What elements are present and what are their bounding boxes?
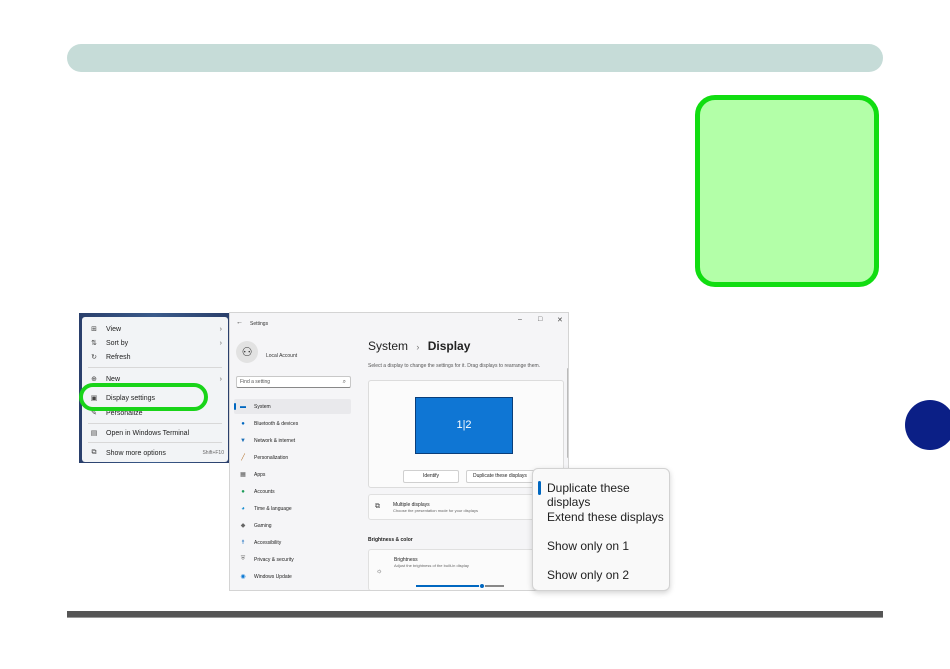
account-name: Local Account bbox=[266, 353, 298, 359]
dropdown-option-extend[interactable]: Extend these displays bbox=[547, 510, 664, 524]
breadcrumb: System › Display bbox=[368, 339, 470, 353]
terminal-icon: ▤ bbox=[90, 430, 98, 437]
more-options-icon: ⧉ bbox=[91, 449, 97, 456]
time-language-icon: ◕ bbox=[241, 505, 245, 512]
chevron-right-icon: › bbox=[219, 325, 222, 333]
context-item-refresh[interactable]: ↻ Refresh bbox=[82, 349, 228, 365]
title-bar: ← Settings – □ ✕ bbox=[230, 313, 568, 335]
sidebar-item-system[interactable]: ▬ System bbox=[234, 399, 351, 414]
sidebar-item-accessibility[interactable]: ☨ Accessibility bbox=[234, 535, 351, 550]
search-icon: ⌕ bbox=[342, 379, 346, 385]
sidebar-item-label: Time & language bbox=[254, 505, 292, 512]
sidebar-item-bluetooth[interactable]: ● Bluetooth & devices bbox=[234, 416, 351, 431]
scrollbar[interactable] bbox=[567, 368, 568, 458]
minimize-icon[interactable]: – bbox=[518, 316, 522, 323]
identify-button[interactable]: Identify bbox=[403, 470, 459, 483]
brightness-slider-fill bbox=[416, 585, 482, 587]
context-item-open-terminal[interactable]: ▤ Open in Windows Terminal bbox=[82, 425, 228, 441]
sort-icon: ⇅ bbox=[91, 340, 97, 347]
multiple-displays-icon: ⧉ bbox=[375, 503, 380, 510]
sidebar-item-label: Apps bbox=[254, 471, 266, 478]
sun-icon: ☼ bbox=[376, 568, 383, 575]
window-title: Settings bbox=[250, 321, 269, 327]
sidebar-item-label: Bluetooth & devices bbox=[254, 420, 299, 427]
context-item-show-more-options[interactable]: ⧉ Show more options Shift+F10 bbox=[82, 445, 228, 461]
accessibility-icon: ☨ bbox=[241, 540, 245, 546]
sidebar-item-label: Network & internet bbox=[254, 437, 296, 444]
dropdown-option-duplicate[interactable]: Duplicate these displays bbox=[547, 481, 669, 509]
accounts-icon: ● bbox=[241, 488, 245, 495]
sidebar-item-windows-update[interactable]: ◉ Windows Update bbox=[234, 569, 351, 584]
maximize-icon[interactable]: □ bbox=[538, 316, 542, 323]
context-item-label: Sort by bbox=[106, 339, 129, 347]
menu-divider bbox=[88, 423, 222, 424]
monitor-tile[interactable]: 1|2 bbox=[415, 397, 513, 454]
context-item-label: Refresh bbox=[106, 353, 131, 361]
multiple-displays-subtitle: Choose the presentation mode for your di… bbox=[393, 508, 478, 513]
refresh-icon: ↻ bbox=[91, 354, 97, 361]
settings-window: ← Settings – □ ✕ ⚇ Local Account Find a … bbox=[229, 312, 569, 591]
personalization-icon: ╱ bbox=[241, 455, 245, 461]
sidebar-item-privacy[interactable]: ⛨ Privacy & security bbox=[234, 552, 351, 567]
footer-rule bbox=[67, 611, 883, 618]
menu-divider bbox=[88, 367, 222, 368]
search-placeholder: Find a setting bbox=[240, 379, 271, 385]
chapter-tab bbox=[905, 400, 950, 450]
chevron-right-icon: › bbox=[219, 339, 222, 347]
sidebar-item-time-language[interactable]: ◕ Time & language bbox=[234, 501, 351, 516]
gaming-icon: ◆ bbox=[240, 523, 246, 529]
sidebar-item-accounts[interactable]: ● Accounts bbox=[234, 484, 351, 499]
selection-indicator bbox=[538, 481, 541, 495]
highlight-ring bbox=[79, 383, 208, 411]
shortcut-text: Shift+F10 bbox=[202, 450, 224, 456]
chevron-right-icon: › bbox=[219, 375, 222, 383]
system-icon: ▬ bbox=[240, 403, 246, 410]
brightness-slider-thumb[interactable] bbox=[479, 583, 485, 589]
section-heading: Brightness & color bbox=[368, 537, 413, 543]
search-input[interactable]: Find a setting ⌕ bbox=[236, 376, 351, 388]
new-icon: ⊕ bbox=[91, 376, 97, 383]
close-icon[interactable]: ✕ bbox=[557, 316, 563, 324]
context-item-label: New bbox=[106, 375, 121, 383]
context-item-label: Open in Windows Terminal bbox=[106, 429, 190, 437]
context-item-label: Show more options bbox=[106, 449, 166, 457]
breadcrumb-parent[interactable]: System bbox=[368, 339, 408, 353]
sidebar-item-label: Personalization bbox=[254, 454, 289, 461]
brightness-subtitle: Adjust the brightness of the built-in di… bbox=[394, 563, 469, 568]
grid-icon: ⊞ bbox=[91, 326, 97, 333]
sidebar-item-label: Gaming bbox=[254, 522, 272, 529]
sidebar-item-apps[interactable]: ▦ Apps bbox=[234, 467, 351, 482]
back-arrow-icon[interactable]: ← bbox=[236, 319, 243, 326]
sidebar-item-network[interactable]: ▼ Network & internet bbox=[234, 433, 351, 448]
sidebar-item-label: Privacy & security bbox=[254, 556, 294, 563]
sidebar-item-gaming[interactable]: ◆ Gaming bbox=[234, 518, 351, 533]
apps-icon: ▦ bbox=[240, 472, 246, 478]
sidebar-item-label: Accounts bbox=[254, 488, 275, 495]
menu-divider bbox=[88, 442, 222, 443]
context-item-label: View bbox=[106, 325, 122, 333]
dropdown-option-show-only-2[interactable]: Show only on 2 bbox=[547, 568, 629, 582]
avatar[interactable]: ⚇ bbox=[236, 341, 258, 363]
windows-update-icon: ◉ bbox=[240, 574, 246, 580]
privacy-icon: ⛨ bbox=[240, 556, 246, 562]
dropdown-option-show-only-1[interactable]: Show only on 1 bbox=[547, 539, 629, 553]
page-description: Select a display to change the settings … bbox=[368, 363, 541, 369]
page-title: Display bbox=[427, 339, 471, 353]
display-mode-dropdown: Duplicate these displays Extend these di… bbox=[532, 468, 670, 591]
bluetooth-icon: ● bbox=[241, 420, 245, 427]
header-bar bbox=[67, 44, 883, 72]
selection-indicator bbox=[234, 403, 236, 410]
sidebar-item-label: Accessibility bbox=[254, 539, 282, 546]
sidebar-item-label: Windows Update bbox=[254, 573, 292, 580]
breadcrumb-separator: › bbox=[416, 342, 420, 352]
sidebar-item-label: System bbox=[254, 403, 271, 410]
note-box bbox=[695, 95, 879, 287]
sidebar-item-personalization[interactable]: ╱ Personalization bbox=[234, 450, 351, 465]
page: ⊞ View › ⇅ Sort by › ↻ Refresh ⊕ New › ▣ bbox=[0, 0, 950, 669]
network-icon: ▼ bbox=[240, 437, 246, 444]
